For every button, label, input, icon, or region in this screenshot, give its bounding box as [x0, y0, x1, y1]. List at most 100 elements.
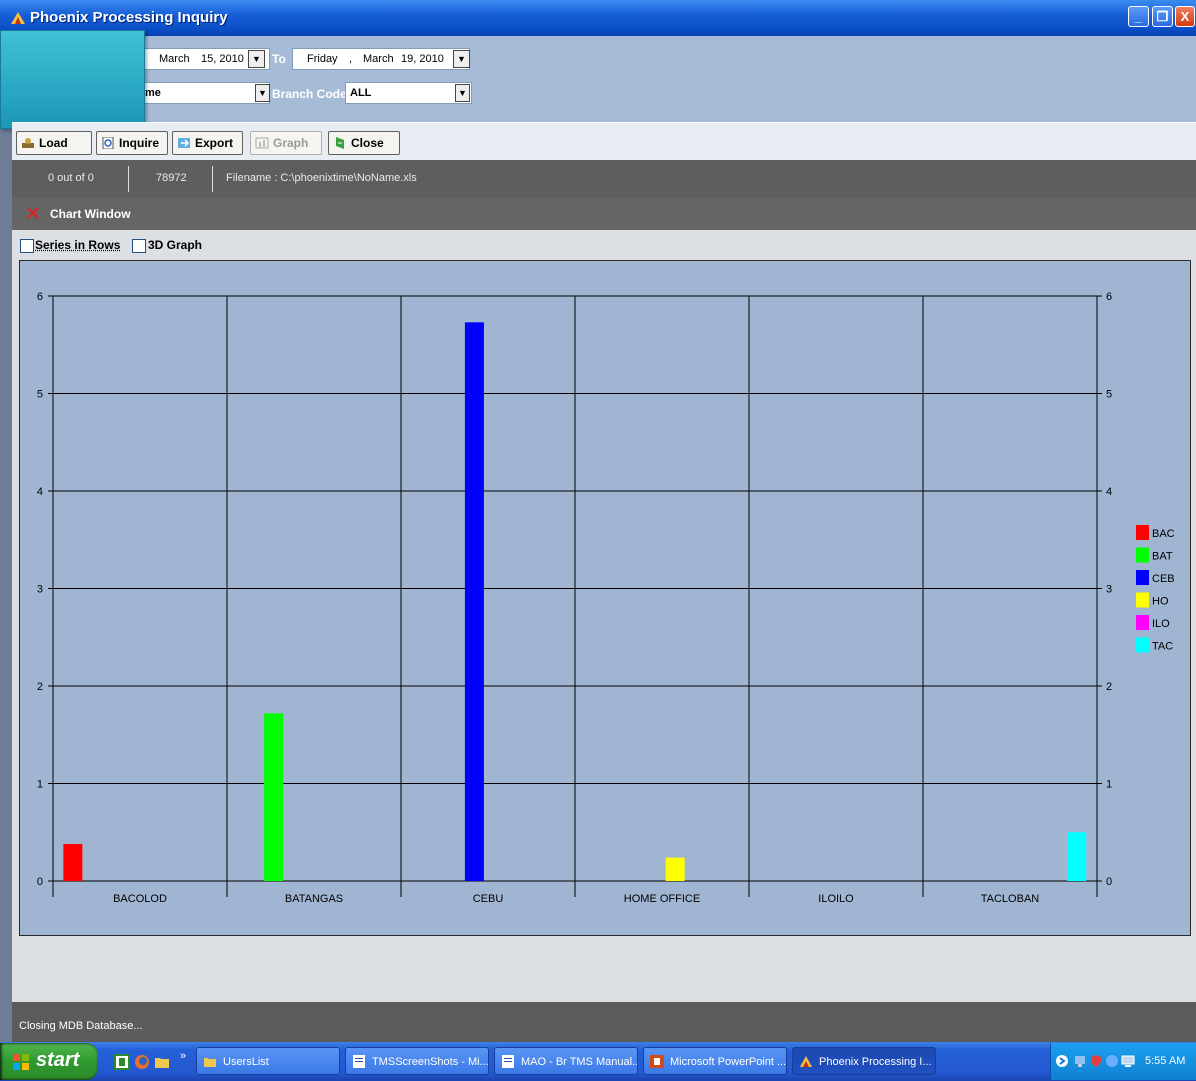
y-tick-label: 4: [37, 486, 43, 498]
y-tick-label: 2: [37, 681, 43, 693]
legend-label: BAT: [1152, 551, 1173, 563]
from-date-month: March: [159, 53, 190, 65]
series-in-rows-label[interactable]: Series in Rows: [35, 238, 120, 252]
chart-window-header: Chart Window: [12, 198, 1196, 230]
quicklaunch-chevron-icon[interactable]: »: [180, 1050, 186, 1062]
to-date-day-year: 19, 2010: [401, 53, 444, 65]
minimize-button[interactable]: _: [1128, 6, 1149, 27]
name-select[interactable]: me: [140, 82, 270, 104]
folder-icon[interactable]: [154, 1054, 170, 1070]
y-tick-label: 1: [37, 779, 43, 791]
legend-label: CEB: [1152, 573, 1175, 585]
start-label: start: [36, 1049, 80, 1071]
record-count: 0 out of 0: [48, 172, 94, 184]
x-tick-label: BATANGAS: [285, 893, 343, 905]
export-button[interactable]: Export: [172, 131, 243, 155]
legend-label: HO: [1152, 596, 1169, 608]
3d-graph-label[interactable]: 3D Graph: [148, 238, 202, 252]
branch-code-label: Branch Code: [272, 87, 347, 101]
y-tick-label: 0: [37, 876, 43, 888]
close-door-icon: [336, 137, 344, 149]
firefox-icon[interactable]: [134, 1054, 150, 1070]
3d-graph-checkbox[interactable]: [132, 239, 146, 253]
to-date-weekday: Friday: [307, 53, 338, 65]
filename-label: Filename : C:\phoenixtime\NoName.xls: [226, 172, 417, 184]
legend-swatch: [1136, 615, 1149, 630]
legend-swatch: [1136, 525, 1149, 540]
task-label: TMSScreenShots - Mi...: [372, 1056, 489, 1068]
y-tick-label: 6: [37, 291, 43, 303]
chart-window-title: Chart Window: [50, 207, 131, 221]
y-tick-label-right: 0: [1106, 876, 1112, 888]
close-window-button[interactable]: X: [1175, 6, 1195, 27]
system-tray: 5:55 AM: [1050, 1043, 1196, 1080]
branch-dropdown-icon[interactable]: ▼: [455, 84, 470, 102]
taskbar: start » UsersList TMSScreenShots - Mi...…: [0, 1042, 1196, 1081]
restore-button[interactable]: ❐: [1152, 6, 1173, 27]
start-button[interactable]: start: [0, 1043, 98, 1080]
chart-window: Chart Window Series in Rows 3D Graph 0 0 1…: [12, 198, 1196, 1032]
task-powerpoint[interactable]: Microsoft PowerPoint ...: [643, 1047, 787, 1075]
x-tick-label: TACLOBAN: [981, 893, 1040, 905]
title-bar[interactable]: Phoenix Processing Inquiry _ ❐ X: [0, 0, 1196, 36]
x-tick-label: ILOILO: [818, 893, 854, 905]
word-doc-icon: [502, 1055, 514, 1068]
export-label: Export: [195, 136, 234, 150]
graph-button[interactable]: Graph: [250, 131, 322, 155]
legend-swatch: [1136, 592, 1149, 608]
y-tick-label-right: 6: [1106, 291, 1112, 303]
branch-code-select[interactable]: ALL: [345, 82, 472, 104]
word-doc-icon: [353, 1055, 365, 1068]
separator: [128, 166, 129, 192]
task-label: MAO - Br TMS Manual...: [521, 1056, 638, 1068]
task-tmsscreenshots[interactable]: TMSScreenShots - Mi...: [345, 1047, 489, 1075]
close-button[interactable]: Close: [328, 131, 400, 155]
task-userslist[interactable]: UsersList: [196, 1047, 340, 1075]
series-in-rows-checkbox[interactable]: [20, 239, 34, 253]
chart-close-icon[interactable]: [26, 206, 40, 220]
inquire-button[interactable]: Inquire: [96, 131, 168, 155]
bar-bac: [63, 843, 83, 881]
tray-expand-icon[interactable]: [1055, 1054, 1069, 1068]
folder-icon: [204, 1058, 216, 1067]
clock[interactable]: 5:55 AM: [1145, 1055, 1185, 1067]
to-label: To: [272, 52, 286, 66]
toolbar: Load Inquire Export Graph Close: [12, 122, 1196, 161]
bar-chart: 0 0 1 1 2 2 3 3 4 4 5 5 6 6 BACOLOD BATANGAS CEBU HOME OF…: [37, 291, 1175, 905]
load-label: Load: [39, 136, 68, 150]
close-label: Close: [351, 136, 384, 150]
graph-icon: [255, 137, 269, 149]
from-date-day-year: 15, 2010: [201, 53, 244, 65]
y-tick-label-right: 5: [1106, 389, 1112, 401]
record-number: 78972: [156, 172, 187, 184]
quicklaunch-app-icon[interactable]: [114, 1054, 130, 1070]
task-label: UsersList: [223, 1056, 269, 1068]
to-date-month: March: [363, 53, 394, 65]
task-phoenix[interactable]: Phoenix Processing I...: [792, 1047, 936, 1075]
cyan-overlay-box: [0, 30, 145, 129]
name-dropdown-icon[interactable]: ▼: [255, 84, 270, 102]
y-tick-label-right: 1: [1106, 779, 1112, 791]
to-date-dropdown-icon[interactable]: ▼: [453, 50, 470, 68]
task-mao-manual[interactable]: MAO - Br TMS Manual...: [494, 1047, 638, 1075]
status-bar: Closing MDB Database...: [12, 1002, 1196, 1042]
x-tick-label: HOME OFFICE: [624, 893, 700, 905]
tray-app-icon[interactable]: [1105, 1054, 1119, 1068]
task-label: Microsoft PowerPoint ...: [670, 1056, 787, 1068]
bar-bat: [264, 713, 284, 881]
y-tick-label: 5: [37, 389, 43, 401]
powerpoint-icon: [650, 1055, 664, 1068]
load-button[interactable]: Load: [16, 131, 92, 155]
to-date-picker[interactable]: Friday , March 19, 2010: [292, 48, 470, 70]
security-shield-icon[interactable]: [1089, 1054, 1103, 1068]
display-icon[interactable]: [1121, 1054, 1135, 1068]
bar-ho: [665, 857, 685, 881]
phoenix-app-icon: [800, 1056, 812, 1067]
inquire-label: Inquire: [119, 136, 160, 150]
from-date-dropdown-icon[interactable]: ▼: [248, 50, 265, 68]
legend-swatch: [1136, 547, 1149, 563]
network-icon[interactable]: [1073, 1054, 1087, 1068]
x-tick-label: BACOLOD: [113, 893, 167, 905]
export-icon: [178, 138, 190, 148]
chart-options-row: Series in Rows 3D Graph: [12, 230, 1196, 258]
